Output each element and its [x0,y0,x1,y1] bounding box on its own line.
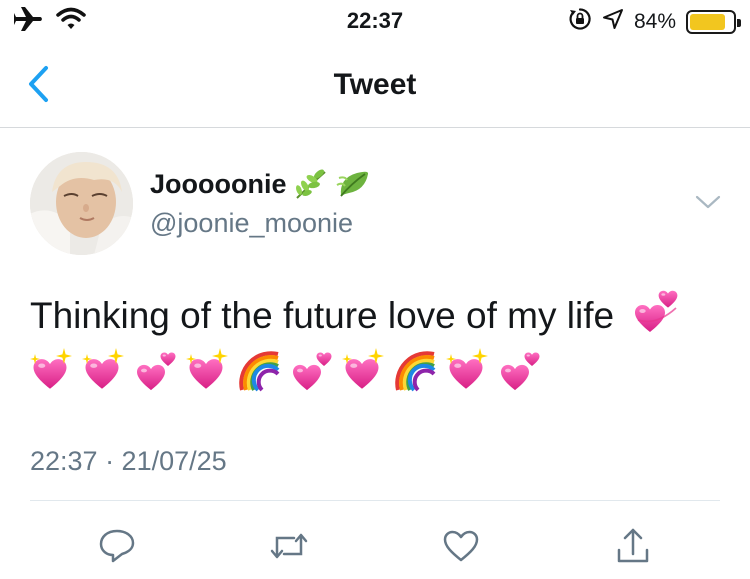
display-name-row: Jooooonie [150,168,371,200]
battery-nub [737,18,741,27]
tweet-text: Thinking of the future love of my life [30,290,682,337]
two-hearts-emoji-icon [501,352,540,391]
emoji-row [30,348,542,392]
sparkling-heart-emoji-icon [342,348,384,389]
rainbow-emoji-icon [239,351,280,392]
page-title: Tweet [333,68,417,101]
chevron-down-icon [695,195,721,209]
action-bar [0,520,750,570]
status-right: 84% [568,7,741,36]
retweet-button[interactable] [267,524,311,568]
reply-icon [99,529,135,563]
sparkling-heart-emoji-icon [30,348,72,389]
battery-percent: 84% [633,9,676,33]
status-bar: 22:37 84% [0,0,750,40]
sparkling-heart-emoji-icon [82,348,124,389]
location-arrow-icon [602,8,624,35]
share-button[interactable] [611,524,655,568]
sparkling-heart-emoji-icon [186,348,228,389]
tweet-timestamp: 22:37 · 21/07/25 [30,446,227,476]
battery-icon [686,9,741,34]
herb-emoji-icon [295,169,326,199]
sparkling-heart-emoji-icon [446,348,488,389]
avatar[interactable] [30,152,133,255]
tweet-options-button[interactable] [694,192,722,212]
retweet-icon [270,533,308,559]
user-handle[interactable]: @joonie_moonie [150,208,353,239]
heart-outline-icon [443,530,479,562]
profile-photo [30,152,133,255]
rainbow-emoji-icon [395,351,436,392]
nav-bar: Tweet [0,40,750,128]
orientation-lock-icon [568,7,592,36]
display-name[interactable]: Jooooonie [150,169,287,200]
two-hearts-emoji-icon [137,352,176,391]
two-hearts-emoji-icon [293,352,332,391]
like-button[interactable] [439,524,483,568]
leaf-fluttering-emoji-icon [335,171,368,197]
divider [30,500,720,501]
reply-button[interactable] [95,524,139,568]
battery-level [690,13,726,30]
share-icon [617,528,649,563]
revolving-hearts-emoji-icon [635,290,678,332]
tweet-text-content: Thinking of the future love of my life [30,295,615,336]
